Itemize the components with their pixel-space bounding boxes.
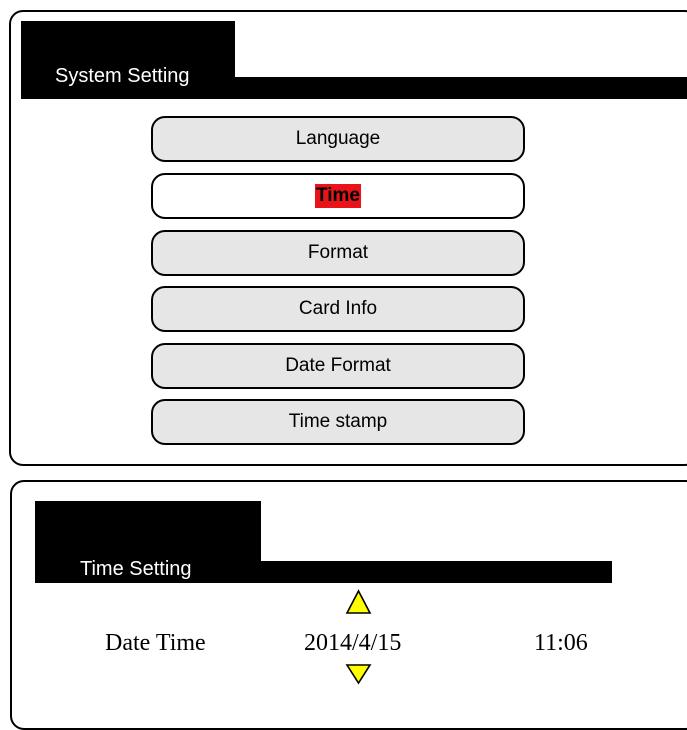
menu-item-label: Time stamp [288, 411, 388, 432]
menu-item-card-info[interactable]: Card Info [151, 286, 525, 332]
date-time-label: Date Time [105, 630, 206, 656]
menu-item-label: Language [295, 128, 381, 149]
system-setting-panel: System Setting Language Time Format Card… [9, 10, 687, 466]
arrow-up-icon[interactable] [345, 589, 372, 620]
time-value[interactable]: 11:06 [534, 630, 588, 657]
date-value[interactable]: 2014/4/15 [304, 630, 401, 657]
time-setting-title: Time Setting [80, 558, 192, 580]
arrow-down-icon[interactable] [345, 663, 372, 690]
menu-item-label: Time [314, 184, 361, 208]
menu-item-time-stamp[interactable]: Time stamp [151, 399, 525, 445]
header-bar [261, 561, 612, 583]
menu-item-label: Card Info [298, 298, 378, 319]
menu-item-label: Date Format [285, 355, 391, 376]
menu-item-format[interactable]: Format [151, 230, 525, 276]
menu-item-label: Format [307, 242, 369, 263]
system-setting-title: System Setting [55, 65, 190, 87]
system-setting-header: System Setting [21, 21, 235, 99]
menu-item-time[interactable]: Time [151, 173, 525, 219]
time-setting-header: Time Setting [35, 501, 261, 583]
menu-item-language[interactable]: Language [151, 116, 525, 162]
header-bar [235, 77, 687, 99]
time-setting-panel: Time Setting Date Time 2014/4/15 11:06 [10, 480, 687, 730]
menu-item-date-format[interactable]: Date Format [151, 343, 525, 389]
